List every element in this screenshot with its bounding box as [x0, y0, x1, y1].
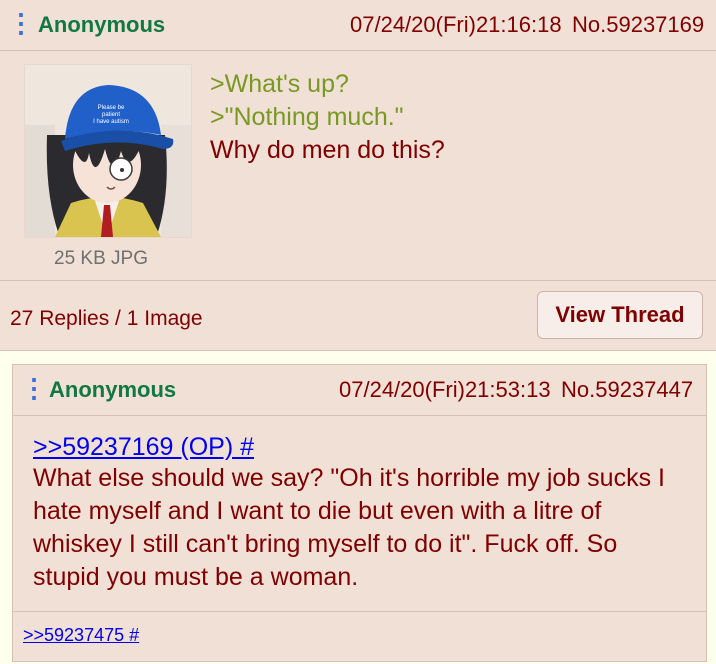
post-thumbnail[interactable]: Please be patient I have autism — [24, 64, 192, 238]
post-datetime: 07/24/20(Fri)21:53:13 — [339, 377, 551, 402]
poster-name: Anonymous — [49, 377, 177, 402]
post-body: Why do men do this? — [210, 136, 445, 164]
quote-link[interactable]: >>59237169 (OP) # — [33, 431, 254, 464]
anime-girl-image: Please be patient I have autism — [25, 65, 191, 237]
post-number[interactable]: No.59237447 — [561, 377, 693, 403]
reply-post: ⋮ Anonymous 07/24/20(Fri)21:53:13 No.592… — [12, 364, 707, 662]
op-post: ⋮ Anonymous 07/24/20(Fri)21:16:18 No.592… — [0, 0, 716, 351]
reply-body-line: What else should we say? "Oh it's horrib… — [33, 464, 665, 492]
post-datetime: 07/24/20(Fri)21:16:18 — [350, 12, 562, 37]
backlink[interactable]: >>59237475 # — [23, 625, 139, 646]
reply-body-line: hate myself and I want to die but even w… — [33, 497, 602, 525]
header-divider — [0, 50, 716, 51]
footer-divider — [13, 611, 706, 612]
reply-body-line: whiskey I still can't bring myself to do… — [33, 530, 618, 558]
menu-dots-icon[interactable]: ⋮ — [8, 10, 34, 36]
view-thread-button[interactable]: View Thread — [537, 291, 703, 339]
reply-body-line: stupid you must be a woman. — [33, 563, 359, 591]
greentext-line: >"Nothing much." — [210, 103, 404, 131]
file-info: 25 KB JPG — [54, 248, 148, 269]
footer-divider — [0, 280, 716, 281]
post-number[interactable]: No.59237169 — [572, 12, 704, 38]
menu-dots-icon[interactable]: ⋮ — [21, 375, 47, 401]
svg-text:Please be: Please be — [98, 105, 125, 111]
svg-text:I have autism: I have autism — [93, 119, 129, 125]
reply-summary: 27 Replies / 1 Image — [10, 307, 203, 330]
greentext-line: >What's up? — [210, 70, 349, 98]
header-divider — [13, 415, 706, 416]
svg-text:patient: patient — [102, 112, 120, 118]
poster-name: Anonymous — [38, 12, 166, 37]
